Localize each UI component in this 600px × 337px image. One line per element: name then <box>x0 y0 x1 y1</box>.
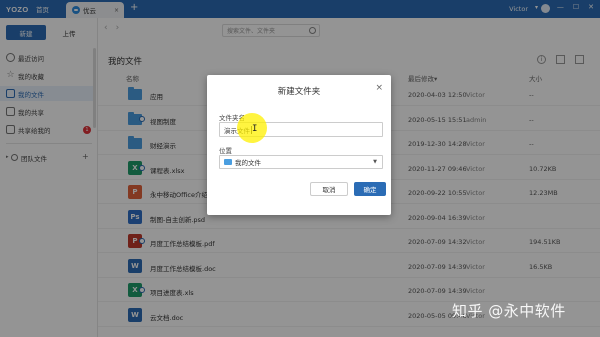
watermark: 知乎 @永中软件 <box>452 302 566 320</box>
location-select[interactable]: 我的文件 ▼ <box>219 155 383 169</box>
cancel-button[interactable]: 取消 <box>310 182 348 196</box>
location-value: 我的文件 <box>235 159 261 167</box>
location-label: 位置 <box>219 147 232 155</box>
text-cursor-icon: I <box>252 124 258 134</box>
dialog-title: 新建文件夹 <box>277 87 321 97</box>
close-icon[interactable]: × <box>375 83 383 93</box>
folder-icon <box>224 159 232 165</box>
chevron-down-icon: ▼ <box>373 159 377 165</box>
new-folder-dialog: 新建文件夹 × 文件夹名 演示文件 位置 我的文件 ▼ 取消 确定 <box>207 75 391 215</box>
confirm-button[interactable]: 确定 <box>354 182 386 196</box>
